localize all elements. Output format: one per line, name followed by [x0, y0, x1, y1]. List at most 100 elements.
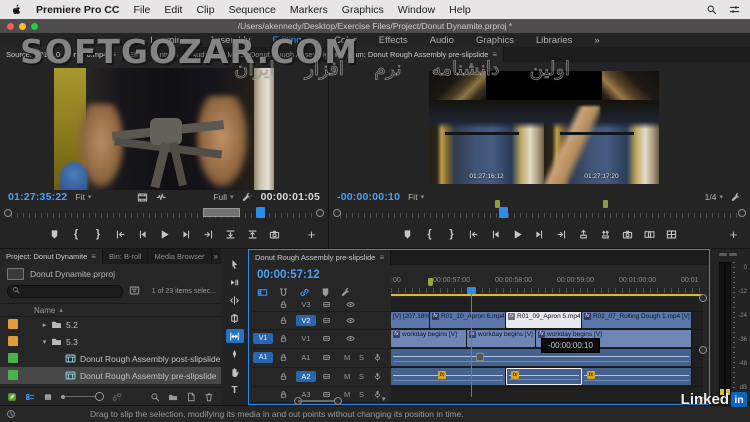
timeline-settings-button[interactable] — [340, 287, 352, 298]
step-forward-button[interactable] — [180, 227, 193, 241]
program-zoom-select[interactable]: Fit ▾ — [408, 192, 424, 202]
source-inout-region[interactable] — [203, 208, 240, 217]
add-marker-button[interactable] — [401, 227, 414, 241]
snap-button[interactable] — [277, 287, 289, 298]
razor-tool-button[interactable] — [226, 311, 244, 325]
panel-menu-icon[interactable]: ≡ — [111, 50, 116, 59]
menu-item-sequence[interactable]: Sequence — [229, 4, 276, 16]
program-scrubber[interactable] — [333, 200, 746, 219]
zoom-scrollbar-handle-right[interactable] — [334, 397, 342, 405]
timeline-clip[interactable]: fx workday begins [V] — [391, 330, 467, 347]
go-to-out-button[interactable] — [202, 227, 215, 241]
source-tab-source-r01-10-apron-6-mp4[interactable]: Source: R01_10_Apron 6.mp4 ≡ — [0, 47, 123, 62]
slip-tool-button[interactable] — [225, 329, 244, 343]
scrubber-zoom-handle-right[interactable] — [738, 209, 746, 217]
app-menu[interactable]: Premiere Pro CC — [36, 4, 119, 16]
sync-lock-icon[interactable] — [322, 334, 331, 343]
control-center-icon[interactable] — [729, 4, 740, 15]
comparison-view-button[interactable] — [643, 227, 656, 241]
timeline-clip[interactable]: fx workday begins [V] — [467, 330, 536, 347]
go-to-in-button[interactable] — [114, 227, 127, 241]
scrubber-zoom-handle-left[interactable] — [4, 209, 12, 217]
go-to-out-button[interactable] — [555, 227, 568, 241]
add-marker-button[interactable] — [48, 227, 61, 241]
timeline-clip[interactable]: fx R02_07_Rolling Dough 1.mp4 [V] — [582, 312, 692, 328]
timeline-position-timecode[interactable]: 00:00:57:12 — [257, 269, 320, 281]
source-playhead[interactable] — [256, 207, 265, 218]
panel-tab-overflow-button[interactable]: » — [214, 249, 218, 264]
timeline-tab-donut-rough-assembly-pre-slipslide[interactable]: Donut Rough Assembly pre-slipslide ≡ — [249, 250, 392, 265]
insert-button[interactable] — [224, 227, 237, 241]
mute-track-button[interactable]: M — [344, 353, 350, 362]
workspace-tab-editing[interactable]: Editing ≡ — [272, 35, 312, 46]
workspace-tab-effects[interactable]: Effects — [379, 35, 408, 46]
source-tab-effect-controls[interactable]: Effect Controls — [123, 47, 186, 62]
timeline-clip[interactable]: fxR01_09_Apron 5.mp4 [V] — [506, 312, 582, 328]
lock-icon[interactable] — [279, 334, 288, 343]
play-button[interactable] — [158, 227, 171, 241]
label-color-swatch[interactable] — [8, 353, 18, 363]
sync-lock-icon[interactable] — [322, 372, 331, 381]
button-editor-button[interactable]: + — [305, 227, 318, 242]
label-color-swatch[interactable] — [8, 370, 18, 380]
mark-in-button[interactable]: { — [70, 227, 83, 241]
workspace-tab-audio[interactable]: Audio — [430, 35, 454, 46]
workspace-tab-learning[interactable]: Learning — [150, 35, 187, 46]
project-item-donut-rough-assembly-pre-slipslide[interactable]: Donut Rough Assembly pre-slipslide — [0, 367, 221, 384]
source-resolution-select[interactable]: Full ▾ — [213, 192, 233, 202]
chevron-down-icon[interactable]: ▾ — [382, 395, 386, 403]
source-patch-a1[interactable]: A1 — [253, 352, 273, 363]
go-to-in-button[interactable] — [467, 227, 480, 241]
source-tab-audio-clip-mixer-donut-rough-assembly-p[interactable]: Audio Clip Mixer: Donut Rough Assembly p — [185, 47, 328, 62]
mark-out-button[interactable]: } — [92, 227, 105, 241]
scrubber-zoom-handle-right[interactable] — [316, 209, 324, 217]
step-back-button[interactable] — [136, 227, 149, 241]
minimize-window-button[interactable] — [19, 22, 26, 30]
pen-tool-button[interactable] — [226, 347, 244, 361]
icon-view-button[interactable] — [43, 392, 53, 402]
automate-sequence-button[interactable] — [112, 392, 122, 402]
extract-button[interactable] — [599, 227, 612, 241]
source-patch-empty[interactable] — [253, 315, 273, 326]
export-frame-button[interactable] — [268, 227, 281, 241]
menu-item-file[interactable]: File — [133, 4, 150, 16]
track-target-a2[interactable]: A2 — [296, 371, 316, 382]
voiceover-record-icon[interactable] — [373, 372, 382, 381]
search-input[interactable] — [7, 285, 123, 298]
program-playhead[interactable] — [499, 207, 508, 218]
project-tab-media-browser[interactable]: Media Browser — [148, 249, 212, 264]
solo-track-button[interactable]: S — [359, 372, 364, 381]
panel-tab-overflow-button[interactable]: » — [321, 47, 325, 62]
ripple-edit-tool-button[interactable] — [226, 293, 244, 307]
step-back-button[interactable] — [489, 227, 502, 241]
source-position-timecode[interactable]: 01:27:35:22 — [8, 191, 67, 203]
track-target-v2[interactable]: V2 — [296, 314, 316, 326]
project-item-5-2[interactable]: ▸ 5.2 — [0, 316, 221, 333]
track-target-v1[interactable]: V1 — [296, 333, 316, 344]
panel-menu-icon[interactable]: ≡ — [379, 253, 384, 262]
lock-icon[interactable] — [279, 316, 288, 325]
track-target-a1[interactable]: A1 — [296, 352, 316, 363]
voiceover-record-icon[interactable] — [373, 353, 382, 362]
lock-icon[interactable] — [279, 353, 288, 362]
search-icon[interactable] — [706, 4, 717, 15]
settings-wrench-icon[interactable] — [242, 192, 253, 203]
sequence-marker[interactable] — [428, 278, 433, 286]
mark-in-button[interactable]: { — [423, 227, 436, 241]
timeline-ruler[interactable]: :00 00:00:57:00 00:00:58:00 00:00:59:00 00:0… — [391, 276, 703, 287]
delete-button[interactable] — [204, 392, 214, 402]
mute-track-button[interactable]: M — [344, 372, 350, 381]
menu-item-edit[interactable]: Edit — [164, 4, 182, 16]
panel-menu-icon[interactable]: ≡ — [492, 50, 497, 59]
lift-button[interactable] — [577, 227, 590, 241]
multi-camera-button[interactable] — [665, 227, 678, 241]
apple-menu-icon[interactable] — [10, 4, 22, 16]
source-patch-empty[interactable] — [253, 371, 273, 382]
menu-item-graphics[interactable]: Graphics — [342, 4, 384, 16]
step-forward-button[interactable] — [533, 227, 546, 241]
source-scrubber[interactable] — [4, 207, 324, 219]
project-item-donut-rough-assembly-post-slipslide[interactable]: Donut Rough Assembly post-slipslide — [0, 350, 221, 367]
workspace-tab-color[interactable]: Color — [334, 35, 357, 46]
sync-lock-icon[interactable] — [322, 300, 331, 309]
source-patch-empty[interactable] — [253, 299, 273, 310]
